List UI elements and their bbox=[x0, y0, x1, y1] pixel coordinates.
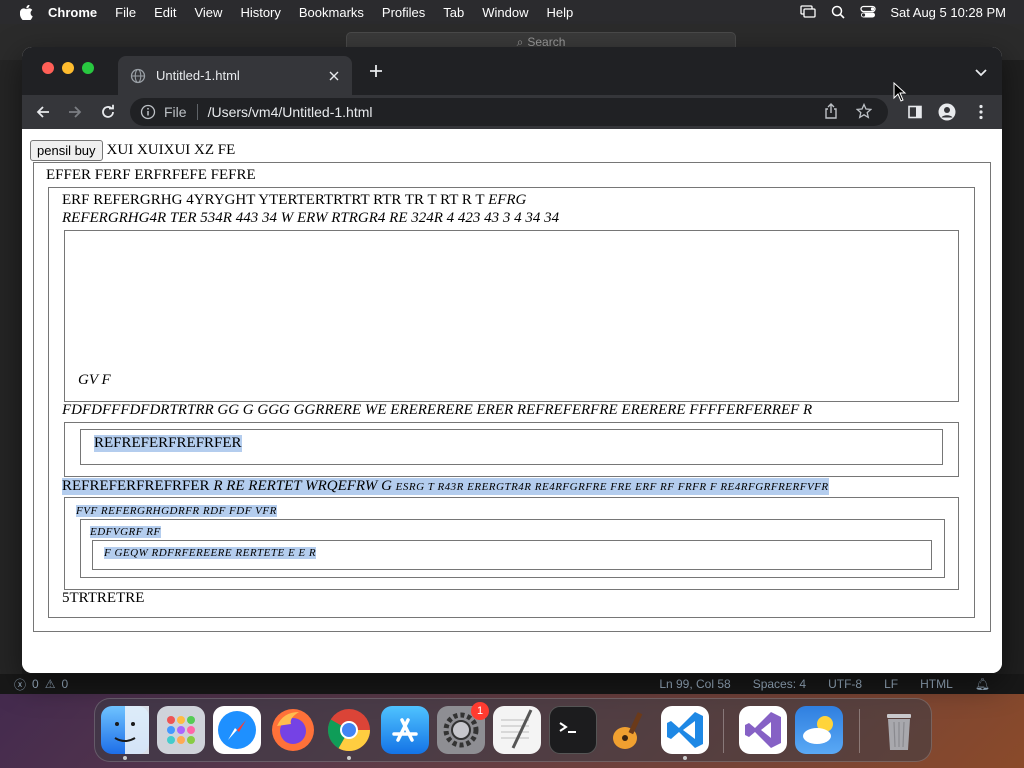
editor-status-bar: ⓧ 0 ⚠ 0 Ln 99, Col 58 Spaces: 4 UTF-8 LF… bbox=[0, 674, 1024, 694]
page-top-line: pensil buy XUI XUIXUI XZ FE bbox=[30, 140, 235, 161]
menu-bookmarks[interactable]: Bookmarks bbox=[299, 5, 364, 20]
close-tab-icon[interactable] bbox=[326, 68, 342, 84]
profile-avatar-icon[interactable] bbox=[938, 103, 956, 121]
menu-window[interactable]: Window bbox=[482, 5, 528, 20]
tab-strip: Untitled-1.html bbox=[22, 47, 1002, 95]
firefox-icon[interactable] bbox=[269, 706, 317, 754]
bottom-text: 5TRTRETRE bbox=[62, 590, 145, 606]
encoding[interactable]: UTF-8 bbox=[828, 677, 862, 691]
box-3-line-3: F GEQW RDFRFEREERE RERTETE E E R bbox=[104, 547, 317, 559]
menu-tab[interactable]: Tab bbox=[443, 5, 464, 20]
line-4-italic: R RE RERTET WRQEFRW G bbox=[213, 478, 392, 494]
warning-count[interactable]: 0 bbox=[61, 677, 68, 691]
language-mode[interactable]: HTML bbox=[920, 677, 953, 691]
menu-profiles[interactable]: Profiles bbox=[382, 5, 425, 20]
share-icon[interactable] bbox=[824, 102, 838, 122]
empty-content-box bbox=[64, 230, 959, 402]
menu-view[interactable]: View bbox=[194, 5, 222, 20]
system-settings-icon[interactable]: 1 bbox=[437, 702, 489, 754]
terminal-icon[interactable] bbox=[549, 706, 597, 754]
line-2-italic: REFERGRHG4R TER 534R 443 34 W ERW RTRGR4… bbox=[62, 210, 560, 226]
bookmark-star-icon[interactable] bbox=[855, 102, 873, 122]
safari-icon[interactable] bbox=[213, 706, 261, 754]
app-store-icon[interactable] bbox=[381, 706, 429, 754]
box-1-text: GV F bbox=[78, 372, 111, 388]
side-panel-icon[interactable] bbox=[906, 103, 924, 121]
vscode-icon[interactable] bbox=[661, 706, 709, 760]
back-arrow-icon[interactable] bbox=[34, 103, 52, 121]
bell-icon[interactable]: 🔔︎ bbox=[975, 677, 990, 691]
error-icon[interactable]: ⓧ bbox=[14, 676, 26, 693]
pensil-buy-button[interactable]: pensil buy bbox=[30, 140, 103, 161]
apple-icon[interactable] bbox=[20, 4, 34, 20]
menubar-clock[interactable]: Sat Aug 5 10:28 PM bbox=[890, 5, 1006, 20]
mouse-cursor-icon bbox=[893, 82, 907, 102]
garageband-icon[interactable] bbox=[605, 706, 653, 754]
site-info-chip[interactable]: File bbox=[164, 104, 187, 120]
chrome-window: Untitled-1.html File /Users/vm4/Untitled… bbox=[22, 47, 1002, 673]
close-window-button[interactable] bbox=[42, 62, 54, 74]
menu-help[interactable]: Help bbox=[547, 5, 574, 20]
menu-file[interactable]: File bbox=[115, 5, 136, 20]
box-3-line-1: FVF REFERGRHGDRFR RDF FDF VFR bbox=[76, 505, 277, 517]
browser-toolbar: File /Users/vm4/Untitled-1.html bbox=[22, 95, 1002, 129]
screen-mirroring-icon[interactable] bbox=[800, 5, 817, 19]
line-3-italic: FDFDFFFDFDRTRTRR GG G GGG GGRRERE WE ERE… bbox=[62, 402, 813, 418]
box-2-inner-text: REFREFERFREFRFER bbox=[94, 435, 242, 452]
cursor-position[interactable]: Ln 99, Col 58 bbox=[659, 677, 730, 691]
trash-icon[interactable] bbox=[875, 706, 923, 754]
chevron-down-icon[interactable] bbox=[974, 65, 988, 77]
notification-badge: 1 bbox=[471, 702, 489, 720]
control-center-icon[interactable] bbox=[860, 5, 877, 19]
line-1-normal: ERF REFERGRHG 4YRYGHT YTERTERTRTRT RTR T… bbox=[62, 192, 485, 208]
globe-icon bbox=[130, 68, 146, 84]
macos-dock: 1 bbox=[94, 698, 932, 762]
line-4-small: ESRG T R43R ERERGTR4R RE4RFGRFRE FRE ERF… bbox=[395, 481, 829, 493]
menu-history[interactable]: History bbox=[240, 5, 280, 20]
launchpad-icon[interactable] bbox=[157, 706, 205, 754]
forward-arrow-icon[interactable] bbox=[66, 103, 84, 121]
url-text[interactable]: /Users/vm4/Untitled-1.html bbox=[208, 104, 373, 120]
dock-separator-2 bbox=[859, 709, 860, 753]
page-content: pensil buy XUI XUIXUI XZ FE EFFER FERF E… bbox=[22, 129, 1002, 673]
visual-studio-icon[interactable] bbox=[739, 706, 787, 754]
line-4: REFREFERFREFRFER R RE RERTET WRQEFRW G E… bbox=[62, 478, 829, 495]
window-controls bbox=[42, 62, 94, 74]
reload-icon[interactable] bbox=[99, 103, 117, 121]
tab-untitled-1[interactable]: Untitled-1.html bbox=[118, 56, 352, 95]
kebab-menu-icon[interactable] bbox=[972, 103, 990, 121]
line-4-normal: REFREFERFREFRFER bbox=[62, 478, 210, 494]
outer-legend-text: EFFER FERF ERFRFEFE FEFRE bbox=[46, 167, 256, 183]
minimize-window-button[interactable] bbox=[62, 62, 74, 74]
indentation[interactable]: Spaces: 4 bbox=[753, 677, 806, 691]
top-text: XUI XUIXUI XZ FE bbox=[106, 142, 236, 158]
finder-icon[interactable] bbox=[101, 706, 149, 760]
textedit-icon[interactable] bbox=[493, 706, 541, 754]
weather-icon[interactable] bbox=[795, 706, 843, 754]
zoom-window-button[interactable] bbox=[82, 62, 94, 74]
info-icon[interactable] bbox=[140, 104, 156, 120]
menu-app-chrome[interactable]: Chrome bbox=[48, 5, 97, 20]
editor-activity-bar bbox=[0, 60, 22, 680]
macos-menu-bar: Chrome File Edit View History Bookmarks … bbox=[0, 0, 1024, 24]
new-tab-icon[interactable] bbox=[368, 63, 384, 79]
box-3-line-2: EDFVGRF RF bbox=[90, 526, 161, 538]
error-count[interactable]: 0 bbox=[32, 677, 39, 691]
menu-edit[interactable]: Edit bbox=[154, 5, 176, 20]
warning-icon[interactable]: ⚠ bbox=[45, 677, 56, 691]
chrome-icon[interactable] bbox=[325, 706, 373, 760]
line-1-italic: EFRG bbox=[488, 192, 527, 208]
tab-title: Untitled-1.html bbox=[156, 68, 240, 83]
spotlight-search-icon[interactable] bbox=[830, 5, 846, 19]
line-ending[interactable]: LF bbox=[884, 677, 898, 691]
omnibox-divider bbox=[196, 104, 198, 120]
address-bar[interactable]: File /Users/vm4/Untitled-1.html bbox=[130, 98, 888, 126]
line-1: ERF REFERGRHG 4YRYGHT YTERTERTRTRT RTR T… bbox=[62, 192, 526, 209]
dock-separator bbox=[723, 709, 724, 753]
